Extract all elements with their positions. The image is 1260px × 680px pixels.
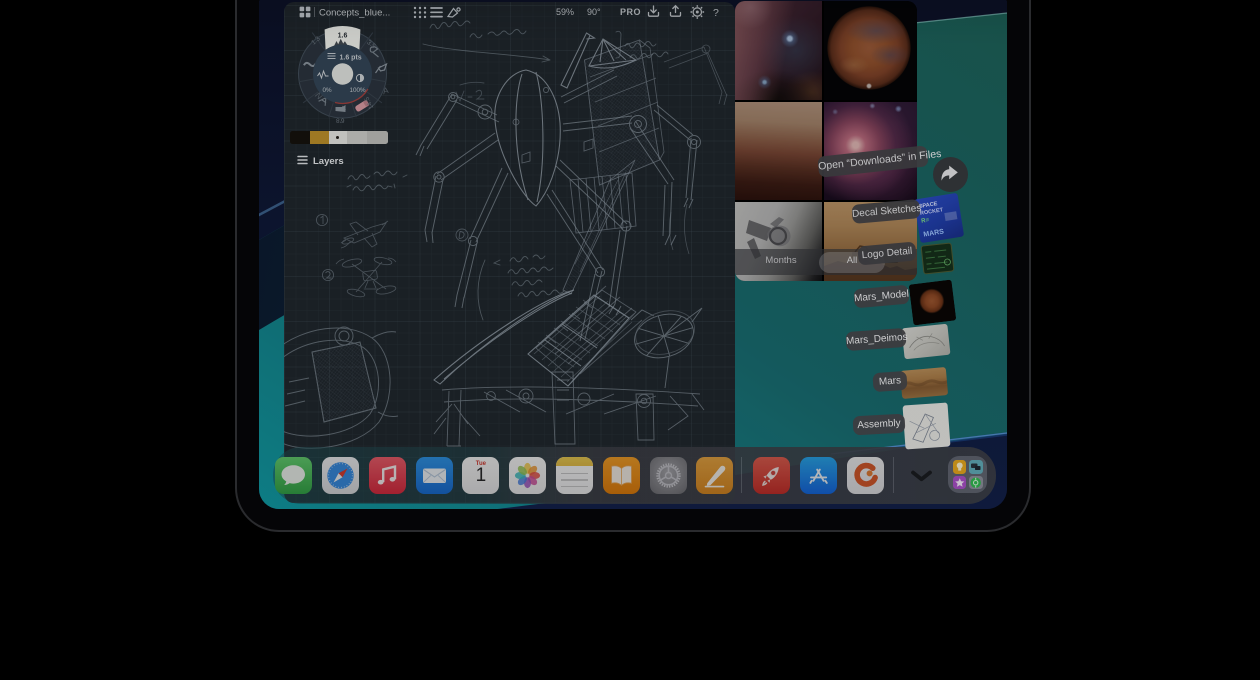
svg-text:PRO: PRO xyxy=(620,7,641,17)
svg-text:R≡: R≡ xyxy=(921,218,930,225)
svg-text:90°: 90° xyxy=(587,7,601,17)
svg-text:1.6: 1.6 xyxy=(337,33,347,40)
svg-text:59%: 59% xyxy=(556,7,574,17)
svg-text:Concepts_blue...: Concepts_blue... xyxy=(319,7,390,18)
svg-text:6'8: 6'8 xyxy=(335,117,344,124)
svg-text:?: ? xyxy=(713,7,719,19)
svg-text:MARS: MARS xyxy=(923,228,945,238)
svg-text:100%: 100% xyxy=(349,87,366,94)
svg-text:Layers: Layers xyxy=(313,156,344,166)
svg-text:0%: 0% xyxy=(322,87,332,94)
svg-text:1.6 pts: 1.6 pts xyxy=(339,55,361,62)
